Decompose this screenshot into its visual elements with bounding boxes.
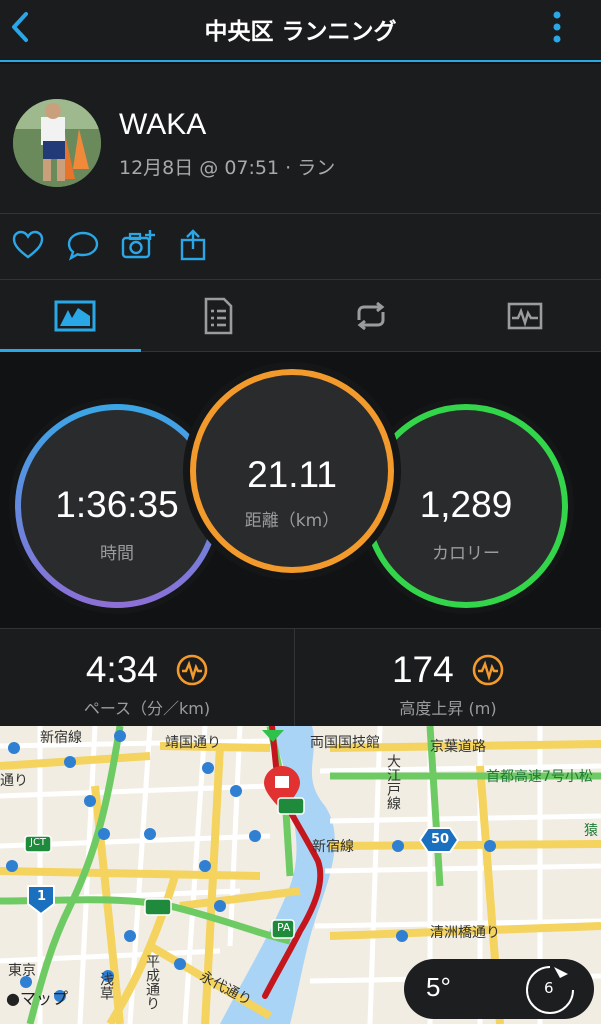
- time-value: 1:36:35: [55, 484, 179, 525]
- distance-value: 21.11: [247, 454, 337, 495]
- map-label-jct: JCT: [30, 837, 47, 848]
- map-label-shuto-7: 首都高速7号小松: [486, 769, 593, 785]
- tab-overview[interactable]: [0, 280, 150, 353]
- map-label-keiyo-doro: 京葉道路: [430, 739, 486, 755]
- map-label-shinjuku-line-1: 新宿線: [40, 730, 82, 746]
- details-list-icon: [204, 297, 233, 335]
- tab-laps[interactable]: [296, 280, 446, 352]
- route-map[interactable]: 新宿線 靖国通り 両国国技館 京葉道路 首都高速7号小松 大江戸線 新宿線 清洲…: [0, 726, 601, 1024]
- overview-icon: [54, 300, 96, 332]
- page-title: 中央区 ランニング: [204, 19, 397, 45]
- summary-rings: 1:36:35 時間 1,289 カロリー 21.11 距離（km）: [0, 352, 601, 628]
- stats-row: 4:34 ペース（分／km) 174 高度上昇 (m): [0, 628, 601, 727]
- comment-icon[interactable]: [66, 228, 100, 262]
- tab-bar: [0, 280, 601, 353]
- map-label-heisei-dori: 平成通り: [144, 954, 160, 1010]
- map-label-asakusa: 浅草: [98, 972, 114, 1000]
- calories-value: 1,289: [419, 484, 513, 525]
- pace-stat[interactable]: 4:34 ペース（分／km): [0, 629, 294, 727]
- pace-label: ペース（分／km): [83, 699, 211, 718]
- temperature: 5°: [426, 972, 451, 1002]
- elevation-label: 高度上昇 (m): [399, 699, 497, 718]
- time-label: 時間: [100, 544, 134, 564]
- like-icon[interactable]: [11, 228, 45, 262]
- map-label-ryogoku: 両国国技館: [310, 735, 380, 751]
- chart-icon: [507, 302, 543, 330]
- route-shield-1: 1: [37, 889, 47, 904]
- calories-ring[interactable]: 1,289 カロリー: [364, 404, 568, 608]
- apple-logo-icon: ●: [6, 989, 20, 1008]
- apple-maps-attribution: ●マップ: [6, 989, 68, 1008]
- map-label-pa: PA: [277, 921, 291, 934]
- share-icon[interactable]: [176, 228, 210, 262]
- more-options-icon[interactable]: [551, 10, 563, 44]
- action-bar: [0, 214, 601, 280]
- elevation-chart-icon: [472, 654, 504, 686]
- avatar[interactable]: [13, 99, 101, 187]
- distance-label: 距離（km）: [244, 511, 340, 531]
- elevation-value: 174: [391, 649, 454, 691]
- wind-speed: 6: [544, 979, 554, 997]
- map-label-kiyosu-dori: 清洲橋通り: [430, 925, 500, 941]
- map-label-yasukuni-dori: 靖国通り: [165, 735, 221, 751]
- map-label-dori: 通り: [0, 773, 28, 789]
- calories-label: カロリー: [432, 544, 500, 564]
- route-shield-50: 50: [431, 832, 450, 847]
- pace-value: 4:34: [85, 649, 158, 691]
- time-ring[interactable]: 1:36:35 時間: [15, 404, 219, 608]
- pace-chart-icon: [176, 654, 208, 686]
- add-photo-icon[interactable]: [121, 228, 155, 262]
- map-label-sarue: 猿: [584, 823, 598, 839]
- tab-charts[interactable]: [450, 280, 600, 352]
- map-label-shinjuku-line-2: 新宿線: [312, 839, 354, 855]
- weather-badge[interactable]: 5° 6: [404, 959, 594, 1019]
- laps-repeat-icon: [357, 302, 385, 330]
- activity-meta: 12月8日 @ 07:51 · ラン: [119, 157, 336, 179]
- map-label-tokyo: 東京: [8, 963, 36, 979]
- distance-ring[interactable]: 21.11 距離（km）: [190, 369, 394, 573]
- user-name[interactable]: WAKA: [119, 108, 206, 142]
- activity-owner: WAKA 12月8日 @ 07:51 · ラン: [0, 64, 601, 214]
- tab-details[interactable]: [143, 280, 293, 352]
- elevation-stat[interactable]: 174 高度上昇 (m): [295, 629, 601, 727]
- top-bar: 中央区 ランニング: [0, 0, 601, 62]
- map-label-oedo-line: 大江戸線: [385, 754, 401, 810]
